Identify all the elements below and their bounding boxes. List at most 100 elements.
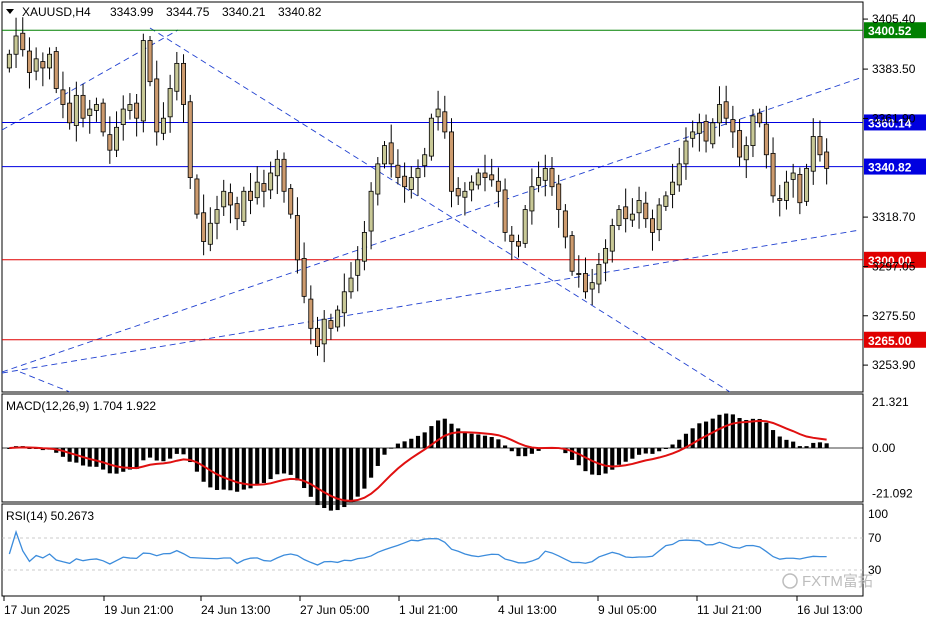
candle-body — [763, 123, 769, 156]
candle-body — [261, 183, 267, 192]
candle-body — [690, 131, 696, 139]
price-tick-label: 3361.90 — [872, 111, 916, 125]
macd-bar — [730, 414, 735, 448]
main-panel-frame — [1, 1, 864, 393]
macd-bar — [509, 448, 514, 452]
macd-bar — [141, 448, 146, 461]
candle-body — [67, 102, 73, 124]
rsi-title: RSI(14) 50.2673 — [6, 509, 94, 523]
time-tick-label: 4 Jul 13:00 — [498, 603, 557, 617]
candle-body — [757, 112, 763, 124]
candle-body — [542, 168, 548, 181]
macd-bar — [335, 448, 340, 511]
macd-bar — [811, 442, 816, 448]
macd-bar — [221, 448, 226, 490]
candle-body — [402, 175, 408, 188]
ohlc-close: 3340.82 — [278, 5, 322, 19]
candle-body — [435, 108, 441, 118]
macd-bar — [67, 448, 72, 462]
macd-bar — [717, 414, 722, 448]
macd-bar — [101, 448, 106, 470]
candle-body — [127, 104, 133, 111]
candle-body — [73, 94, 79, 126]
candle-body — [53, 51, 59, 89]
macd-bar — [348, 448, 354, 503]
macd-bar — [322, 448, 327, 509]
candle-body — [422, 154, 428, 167]
candle-body — [361, 232, 367, 262]
macd-bar — [663, 448, 668, 449]
macd-bar — [462, 431, 467, 448]
candle-body — [475, 172, 481, 186]
macd-bar — [757, 418, 762, 448]
candle-body — [462, 190, 468, 198]
macd-bar — [482, 435, 488, 448]
macd-bar — [409, 438, 414, 448]
candle-body — [395, 164, 401, 178]
macd-bar — [174, 448, 179, 454]
macd-bar — [503, 445, 508, 448]
candle-body — [449, 131, 454, 192]
macd-bar — [523, 448, 528, 457]
macd-bar — [596, 448, 601, 476]
candle-body — [315, 327, 320, 348]
macd-bar — [777, 436, 782, 448]
rsi-tick-label: 70 — [868, 531, 882, 545]
time-tick-label: 27 Jun 05:00 — [300, 603, 370, 617]
candle-body — [817, 136, 823, 156]
candle-body — [227, 192, 233, 206]
macd-bar — [657, 448, 662, 452]
candle-body — [489, 174, 495, 181]
price-tick-label: 3318.70 — [872, 210, 916, 224]
macd-bar — [529, 448, 534, 454]
candle-body — [207, 222, 213, 245]
candle-body — [428, 117, 434, 157]
candle-body — [6, 53, 12, 69]
ohlc-low: 3340.21 — [222, 5, 266, 19]
rsi-panel-frame — [1, 503, 864, 597]
macd-bar — [369, 448, 374, 478]
macd-bar — [804, 446, 809, 448]
candle-body — [87, 108, 93, 116]
macd-bar — [281, 448, 287, 474]
macd-bar — [636, 448, 642, 455]
candle-body — [375, 163, 381, 195]
candle-body — [576, 273, 582, 275]
macd-bar — [449, 423, 454, 448]
macd-bar — [750, 418, 756, 448]
level-tag-label: 3265.00 — [868, 334, 912, 348]
candle-body — [308, 298, 314, 329]
candle-body — [790, 172, 796, 180]
candle-body — [288, 188, 294, 215]
macd-bar — [422, 432, 427, 448]
macd-bar — [147, 448, 153, 458]
price-tick-label: 3405.40 — [872, 12, 916, 26]
candle-body — [134, 102, 140, 119]
time-tick-label: 9 Jul 05:00 — [598, 603, 657, 617]
candle-body — [241, 190, 247, 222]
candle-body — [368, 190, 374, 232]
macd-bar — [643, 448, 648, 454]
candle-body — [683, 140, 689, 165]
candle-body — [60, 89, 66, 105]
macd-bar — [770, 430, 776, 448]
macd-bar — [402, 441, 407, 448]
candle-body — [154, 78, 160, 133]
candle-body — [509, 234, 515, 242]
level-tag-label: 3400.52 — [868, 24, 912, 38]
macd-title: MACD(12,26,9) 1.704 1.922 — [6, 399, 156, 413]
macd-bar — [208, 448, 213, 488]
price-tick-label: 3253.90 — [872, 358, 916, 372]
time-tick-label: 17 Jun 2025 — [4, 603, 70, 617]
ohlc-open: 3343.99 — [110, 5, 154, 19]
candle-body — [663, 195, 669, 207]
candle-body — [415, 168, 421, 178]
candle-body — [140, 40, 146, 122]
macd-bar — [375, 448, 380, 466]
candle-body — [107, 134, 113, 151]
macd-bar — [442, 418, 447, 448]
price-axis-group: 3405.40 3383.50 3361.90 3318.70 3297.05 3275.… — [863, 12, 916, 372]
macd-bar — [214, 448, 220, 490]
candle-body — [214, 209, 220, 224]
symbol-label: XAUUSD,H4 — [22, 5, 91, 19]
